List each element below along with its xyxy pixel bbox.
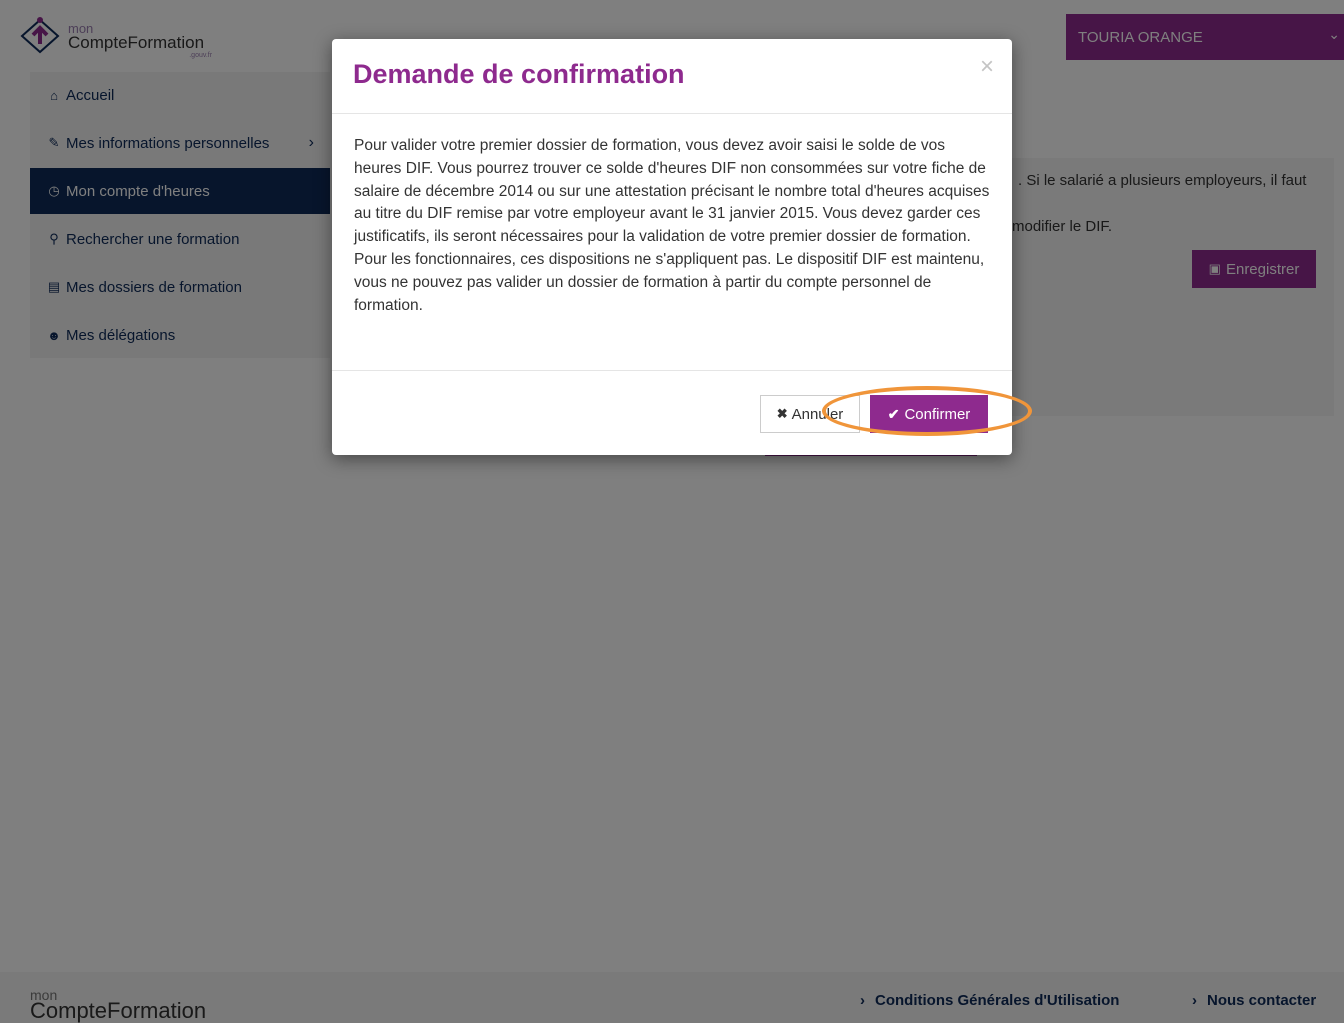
cancel-button[interactable]: ✖ Annuler [760,395,860,433]
dialog-footer: ✖ Annuler ✔ Confirmer [332,370,1012,456]
dialog-body: Pour valider votre premier dossier de fo… [354,135,994,317]
cancel-button-label: Annuler [791,405,844,423]
close-icon[interactable]: × [980,55,994,79]
close-icon: ✖ [776,406,788,421]
dialog-header: Demande de confirmation × [332,39,1012,114]
confirm-button[interactable]: ✔ Confirmer [870,395,988,433]
check-icon: ✔ [887,405,900,422]
dialog-paragraph: Pour les fonctionnaires, ces disposition… [354,250,985,314]
confirm-button-label: Confirmer [904,405,971,423]
dialog-paragraph: Pour valider votre premier dossier de fo… [354,137,990,246]
confirmation-dialog: Demande de confirmation × Pour valider v… [332,39,1012,455]
dialog-title: Demande de confirmation [353,59,685,89]
